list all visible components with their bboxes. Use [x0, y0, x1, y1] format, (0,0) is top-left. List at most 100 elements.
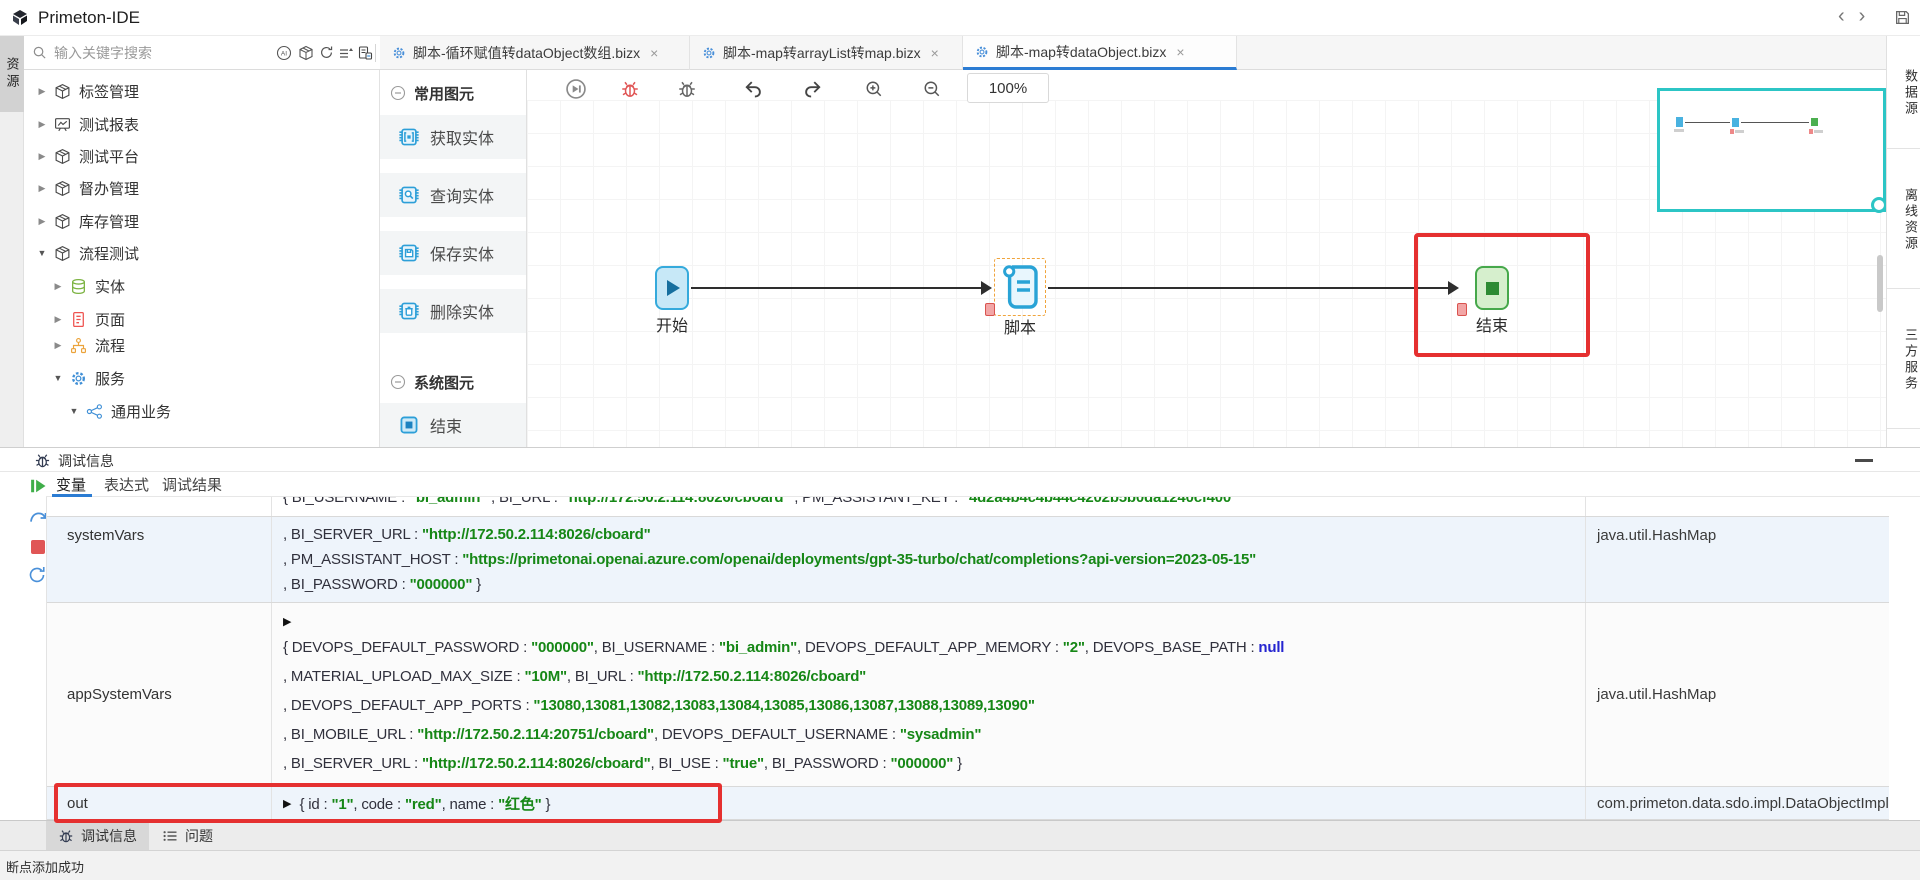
minimap-breakpoint — [1730, 129, 1734, 134]
flow-connector[interactable] — [691, 287, 981, 289]
canvas-scrollbar[interactable] — [1877, 255, 1883, 312]
red-highlight-box — [1414, 233, 1590, 357]
nav-back-icon[interactable]: ‹ — [1838, 5, 1845, 28]
chevron-right-icon[interactable]: ▶ — [52, 281, 64, 292]
module-icon[interactable] — [298, 45, 314, 61]
debug-icon[interactable] — [620, 79, 640, 99]
debug-panel: 调试信息 变量 表达式 调试结果 { BI_USERNAME : "bi_adm… — [0, 448, 1920, 820]
step-over-icon[interactable] — [28, 508, 47, 527]
tree-item-test-report[interactable]: ▶测试报表 — [24, 110, 380, 138]
table-row-appsystemvars[interactable]: appSystemVars ▶ { DEVOPS_DEFAULT_PASSWOR… — [47, 603, 1889, 787]
debug-bug-icon — [34, 452, 51, 469]
app-logo-icon — [10, 8, 30, 28]
expand-arrow-icon[interactable]: ▶ — [283, 616, 291, 628]
start-node[interactable] — [655, 266, 689, 310]
bottom-tab-debug-info[interactable]: 调试信息 — [46, 821, 149, 850]
palette-item-query-entity[interactable]: 查询实体 — [380, 173, 526, 217]
tree-item-page[interactable]: ▶页面 — [24, 305, 380, 333]
refresh-icon[interactable] — [319, 45, 334, 60]
table-row-systemvars[interactable]: systemVars , BI_SERVER_URL : "http://172… — [47, 517, 1889, 603]
tree-item-service[interactable]: ▼服务 — [24, 364, 380, 392]
collapse-icon[interactable] — [390, 85, 406, 101]
tab-script-map-arraylist[interactable]: 脚本-map转arrayList转map.bizx × — [690, 36, 963, 70]
minimap[interactable] — [1657, 88, 1886, 212]
save-icon[interactable] — [1894, 9, 1911, 26]
search-input[interactable] — [54, 42, 244, 64]
close-icon[interactable]: × — [931, 45, 939, 61]
close-icon[interactable]: × — [650, 45, 658, 61]
restart-icon[interactable] — [27, 565, 47, 585]
chevron-right-icon[interactable]: ▶ — [36, 216, 48, 227]
chevron-right-icon[interactable]: ▶ — [36, 151, 48, 162]
script-node-selection[interactable] — [994, 258, 1046, 316]
chevron-right-icon[interactable]: ▶ — [36, 119, 48, 130]
bottom-tab-problems[interactable]: 问题 — [150, 821, 225, 850]
chevron-down-icon[interactable]: ▼ — [36, 248, 48, 258]
chevron-right-icon[interactable]: ▶ — [52, 340, 64, 351]
tree-item-tag-management[interactable]: ▶标签管理 — [24, 77, 380, 105]
variable-type: java.util.HashMap — [1587, 517, 1889, 602]
stop-icon[interactable] — [31, 540, 45, 554]
palette-section-common[interactable]: 常用图元 — [380, 80, 526, 106]
run-to-cursor-icon[interactable] — [565, 78, 587, 100]
get-entity-icon — [398, 126, 420, 148]
variable-type: com.primeton.data.sdo.impl.DataObjectImp… — [1587, 787, 1889, 819]
palette-item-get-entity[interactable]: 获取实体 — [380, 115, 526, 159]
sort-list-icon[interactable] — [338, 45, 354, 61]
panel-divider[interactable] — [0, 447, 1920, 448]
share-node-icon — [86, 403, 103, 420]
debug-tab-variables[interactable]: 变量 — [56, 474, 86, 495]
minimap-label — [1735, 130, 1744, 133]
variable-value-line: { BI_USERNAME : "bi_admin" , BI_URL : "h… — [283, 497, 1585, 510]
chevron-right-icon[interactable]: ▶ — [36, 183, 48, 194]
zoom-in-icon[interactable] — [865, 80, 883, 98]
debug-tab-results[interactable]: 调试结果 — [162, 474, 222, 495]
chevron-down-icon[interactable]: ▼ — [68, 406, 80, 416]
redo-icon[interactable] — [803, 79, 823, 99]
tree-item-supervision[interactable]: ▶督办管理 — [24, 174, 380, 202]
tree-item-test-platform[interactable]: ▶测试平台 — [24, 142, 380, 170]
palette-item-delete-entity[interactable]: 删除实体 — [380, 289, 526, 333]
chevron-right-icon[interactable]: ▶ — [36, 86, 48, 97]
resume-icon[interactable] — [28, 476, 48, 496]
rail-tab-resources[interactable]: 资源 — [0, 36, 24, 112]
breakpoint-marker[interactable] — [985, 303, 995, 316]
palette-section-system[interactable]: 系统图元 — [380, 369, 526, 395]
package-icon — [54, 180, 71, 197]
gear-icon — [975, 45, 989, 59]
tree-item-inventory[interactable]: ▶库存管理 — [24, 207, 380, 235]
palette-item-end[interactable]: 结束 — [380, 403, 526, 447]
rail-tab-datasource[interactable]: 数据源 — [1887, 48, 1920, 138]
tree-item-process-test[interactable]: ▼流程测试 — [24, 239, 380, 267]
zoom-out-icon[interactable] — [923, 80, 941, 98]
variable-value-line: , PM_ASSISTANT_HOST : "https://primetona… — [283, 547, 1585, 572]
tree-item-process[interactable]: ▶流程 — [24, 331, 380, 359]
nav-forward-icon[interactable]: › — [1859, 5, 1866, 28]
table-row-clipped[interactable]: { BI_USERNAME : "bi_admin" , BI_URL : "h… — [47, 497, 1889, 517]
close-icon[interactable]: × — [1176, 44, 1184, 60]
variable-value-line: , BI_PASSWORD : "000000" } — [283, 572, 1585, 597]
chevron-right-icon[interactable]: ▶ — [52, 314, 64, 325]
minimap-breakpoint — [1809, 129, 1813, 134]
chevron-down-icon[interactable]: ▼ — [52, 373, 64, 383]
flow-canvas[interactable]: 100% 开始 脚本 结束 — [527, 70, 1886, 447]
ai-assist-icon[interactable] — [276, 45, 292, 61]
document-icon[interactable] — [357, 45, 373, 61]
tree-item-common-business[interactable]: ▼通用业务 — [24, 397, 380, 425]
package-icon — [54, 213, 71, 230]
palette-item-save-entity[interactable]: 保存实体 — [380, 231, 526, 275]
tree-item-entity[interactable]: ▶实体 — [24, 272, 380, 300]
zoom-level[interactable]: 100% — [967, 73, 1049, 103]
debug-settings-icon[interactable] — [677, 79, 697, 99]
report-icon — [54, 116, 71, 133]
rail-tab-third-party-services[interactable]: 三方服务 — [1887, 300, 1920, 420]
undo-icon[interactable] — [743, 79, 763, 99]
rail-tab-offline-resources[interactable]: 离线资源 — [1887, 160, 1920, 280]
debug-tab-expressions[interactable]: 表达式 — [104, 474, 149, 495]
minimap-resize-handle[interactable] — [1871, 197, 1886, 213]
collapse-icon[interactable] — [390, 374, 406, 390]
minimize-icon[interactable] — [1855, 459, 1873, 462]
tab-script-loop-dataobject[interactable]: 脚本-循环赋值转dataObject数组.bizx × — [380, 36, 690, 70]
flow-connector[interactable] — [1048, 287, 1448, 289]
tab-script-map-dataobject[interactable]: 脚本-map转dataObject.bizx × — [963, 36, 1237, 70]
